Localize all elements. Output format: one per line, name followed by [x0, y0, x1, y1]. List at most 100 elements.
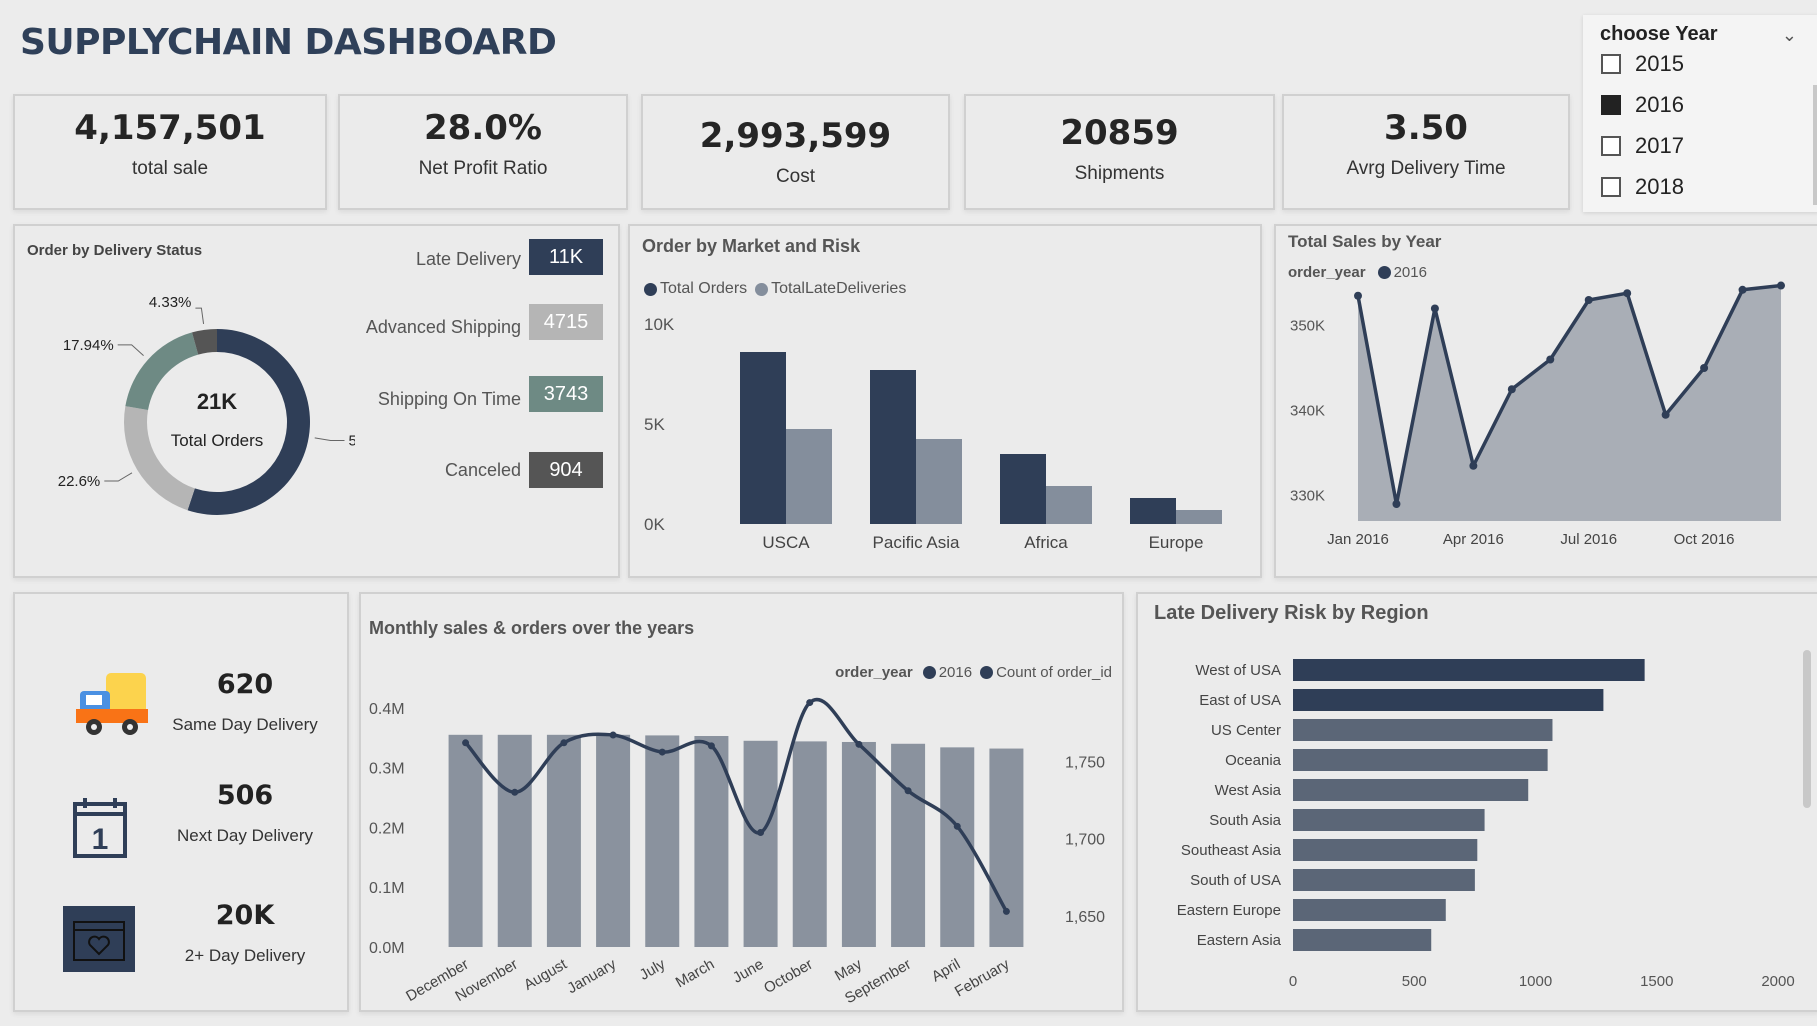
bar: [743, 740, 778, 947]
y-tick-label: South of USA: [1190, 872, 1281, 889]
bar: [1293, 659, 1645, 681]
bar: [645, 735, 680, 947]
x-tick-label: July: [637, 955, 669, 983]
y-tick-label: West Asia: [1215, 782, 1282, 799]
kpi-value: 20859: [1060, 113, 1179, 153]
slicer-option-2018[interactable]: 2018: [1601, 174, 1684, 200]
donut-slice: [187, 329, 311, 515]
x-tick-label: 1500: [1640, 973, 1673, 990]
checkbox[interactable]: [1601, 136, 1621, 156]
bar: [1293, 809, 1485, 831]
bar: [497, 734, 532, 947]
monthly-sales-panel: Monthly sales & orders over the years or…: [359, 592, 1124, 1012]
area-fill: [1358, 285, 1781, 521]
y-tick-label: South Asia: [1209, 812, 1281, 829]
x-tick-label: Africa: [1024, 533, 1068, 552]
bar: [786, 429, 832, 524]
x-tick-label: Jan 2016: [1327, 531, 1389, 548]
kpi-value: 3.50: [1384, 108, 1468, 148]
y-tick-label: 0.4M: [369, 701, 405, 718]
slicer-option-2015[interactable]: 2015: [1601, 51, 1684, 77]
donut-data-label: 17.94%: [63, 337, 114, 354]
delivery-label: Same Day Delivery: [172, 715, 318, 734]
kpi-total-sale: 4,157,501 total sale: [13, 94, 327, 210]
x-tick-label: Jul 2016: [1560, 531, 1617, 548]
y-tick-label: 0.3M: [369, 761, 405, 778]
year-slicer[interactable]: choose Year ⌄ 2015 2016 2017 2018: [1583, 15, 1817, 212]
status-badge-on-time: 3743: [529, 376, 603, 412]
bar: [1293, 689, 1604, 711]
x-tick-label: February: [952, 955, 1013, 1000]
donut-data-label: 4.33%: [149, 294, 192, 311]
donut-chart: 55.12% 22.6% 17.94% 4.33% 21K Total Orders: [58, 294, 355, 515]
delivery-status-panel: Order by Delivery Status 55.12%22.6%17.9…: [13, 224, 620, 578]
bar: [870, 370, 916, 524]
market-bar-chart: 10K 5K 0K USCA Pacific Asia Africa Europe: [644, 315, 1222, 552]
checkbox[interactable]: [1601, 95, 1621, 115]
page-title: SUPPLYCHAIN DASHBOARD: [20, 22, 557, 63]
bar: [916, 439, 962, 524]
bar: [596, 734, 631, 947]
slicer-option-2016[interactable]: 2016: [1601, 92, 1684, 118]
x-tick-label: April: [929, 956, 963, 986]
checkbox[interactable]: [1601, 54, 1621, 74]
bar: [1046, 486, 1092, 524]
donut-center-label: Total Orders: [171, 431, 264, 450]
x-tick-label: Pacific Asia: [873, 533, 960, 552]
delivery-value: 620: [216, 669, 274, 700]
data-point: [1584, 296, 1593, 304]
y2-tick-label: 1,650: [1065, 909, 1105, 926]
data-point: [1507, 385, 1516, 394]
kpi-avg-delivery-time: 3.50 Avrg Delivery Time: [1282, 94, 1570, 210]
y-tick-label: 10K: [644, 315, 675, 334]
status-badge-canceled: 904: [529, 452, 603, 488]
market-risk-panel: Order by Market and Risk Total Orders To…: [628, 224, 1262, 578]
chevron-down-icon[interactable]: ⌄: [1782, 25, 1797, 46]
data-point: [757, 829, 765, 837]
bar: [989, 748, 1024, 947]
yearly-area-chart: 350K 340K 330K Jan 2016 Apr 2016 Jul 2016 Oct …: [1290, 281, 1785, 548]
yearly-sales-panel: Total Sales by Year order_year 2016 350K…: [1274, 224, 1817, 578]
delivery-label: Next Day Delivery: [176, 826, 314, 845]
x-tick-label: August: [521, 955, 571, 993]
kpi-shipments: 20859 Shipments: [964, 94, 1275, 210]
x-tick-label: USCA: [762, 533, 810, 552]
slicer-scrollbar[interactable]: [1813, 85, 1817, 205]
y-tick-label: 0.2M: [369, 820, 405, 837]
region-scrollbar[interactable]: [1803, 650, 1811, 808]
leader-line: [314, 437, 345, 441]
calendar-icon: 1: [73, 798, 127, 858]
donut-data-label: 55.12%: [349, 432, 355, 449]
checkbox[interactable]: [1601, 177, 1621, 197]
leader-line: [104, 472, 133, 482]
y-tick-label: Eastern Europe: [1177, 902, 1281, 919]
bar: [792, 741, 827, 947]
data-point: [511, 788, 519, 796]
bar: [1293, 929, 1432, 951]
data-point: [560, 739, 568, 747]
data-point: [707, 742, 715, 750]
bar: [448, 734, 483, 947]
delivery-label: 2+ Day Delivery: [184, 946, 306, 965]
kpi-value: 4,157,501: [74, 108, 266, 148]
status-label-advanced: Advanced Shipping: [365, 317, 521, 337]
slicer-option-2017[interactable]: 2017: [1601, 133, 1684, 159]
y-tick-label: 340K: [1290, 403, 1325, 420]
kpi-value: 2,993,599: [699, 116, 892, 156]
data-point: [1777, 281, 1785, 290]
y-tick-label: 5K: [644, 415, 665, 434]
x-tick-label: Oct 2016: [1674, 531, 1735, 548]
y-tick-label: US Center: [1211, 722, 1281, 739]
region-bar-chart: West of USA East of USA US Center Oceania We…: [1177, 659, 1795, 990]
monthly-combo-chart: 0.0M0.1M0.2M0.3M0.4M1,7501,7001,650Decem…: [369, 698, 1105, 1007]
data-point: [1546, 355, 1555, 364]
bar: [740, 352, 786, 524]
status-label-late: Late Delivery: [415, 249, 521, 269]
status-label-canceled: Canceled: [444, 460, 521, 480]
kpi-label: Cost: [775, 166, 816, 187]
kpi-label: Avrg Delivery Time: [1346, 158, 1506, 179]
data-point: [462, 739, 470, 747]
data-point: [609, 731, 617, 739]
slicer-title: choose Year: [1600, 23, 1718, 45]
data-point: [1430, 304, 1439, 313]
